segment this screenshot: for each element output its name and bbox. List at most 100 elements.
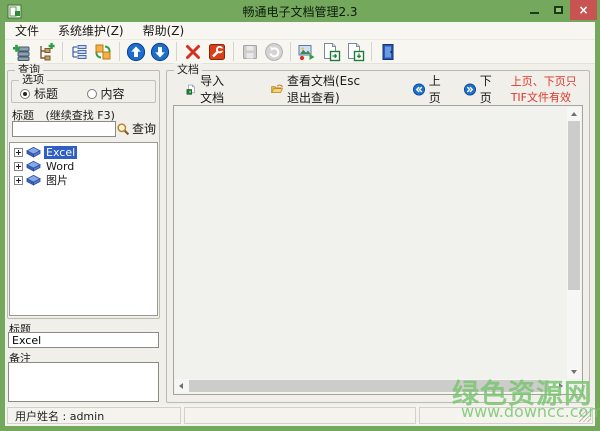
magnifier-icon bbox=[116, 122, 130, 136]
open-folder-icon bbox=[271, 81, 283, 97]
toolbar-separator bbox=[62, 42, 63, 61]
options-groupbox: 选项 标题 内容 bbox=[11, 80, 156, 103]
vertical-scroll-thumb[interactable] bbox=[568, 121, 580, 290]
content-area: 查询 选项 标题 内容 bbox=[5, 65, 595, 404]
refresh-category-button[interactable] bbox=[91, 41, 115, 63]
document-viewer bbox=[173, 105, 583, 395]
move-down-button[interactable] bbox=[148, 41, 172, 63]
book-icon bbox=[26, 174, 41, 186]
search-button[interactable]: 查询 bbox=[116, 120, 156, 137]
import-document-icon bbox=[186, 81, 196, 98]
book-icon bbox=[26, 160, 41, 172]
prev-page-label: 上页 bbox=[429, 72, 446, 106]
client-area: 文件 系统维护(Z) 帮助(Z) bbox=[5, 22, 595, 426]
copy-document-button[interactable] bbox=[319, 41, 343, 63]
maximize-button[interactable] bbox=[546, 0, 570, 20]
undo-icon bbox=[264, 42, 284, 62]
radio-title-label: 标题 bbox=[34, 85, 58, 102]
tree-item-label: 图片 bbox=[44, 172, 70, 188]
import-document-button[interactable]: 导入文档 bbox=[186, 72, 229, 106]
add-category-icon bbox=[12, 42, 32, 62]
expand-plus-icon bbox=[14, 162, 23, 171]
menu-maintenance[interactable]: 系统维护(Z) bbox=[56, 21, 126, 40]
save-button[interactable] bbox=[238, 41, 262, 63]
tree-item-excel[interactable]: Excel bbox=[10, 145, 157, 159]
view-document-label: 查看文档(Esc退出查看) bbox=[287, 72, 364, 106]
edit-wrench-icon bbox=[207, 42, 227, 62]
horizontal-scrollbar[interactable] bbox=[175, 379, 567, 393]
horizontal-scroll-thumb[interactable] bbox=[189, 380, 549, 392]
add-node-button[interactable] bbox=[34, 41, 58, 63]
app-window: 畅通电子文档管理2.3 × 文件 系统维护(Z) 帮助(Z) bbox=[0, 0, 600, 431]
move-up-button[interactable] bbox=[124, 41, 148, 63]
paste-document-icon bbox=[345, 42, 365, 62]
close-button[interactable]: × bbox=[570, 0, 597, 20]
search-button-label: 查询 bbox=[132, 120, 156, 137]
radio-dot-icon bbox=[87, 89, 97, 99]
radio-dot-icon bbox=[20, 89, 30, 99]
move-up-icon bbox=[126, 42, 146, 62]
menu-help[interactable]: 帮助(Z) bbox=[141, 21, 187, 40]
tree-item-word[interactable]: Word bbox=[10, 159, 157, 173]
titlebar: 畅通电子文档管理2.3 × bbox=[0, 0, 600, 22]
title-field[interactable] bbox=[8, 332, 159, 348]
add-node-icon bbox=[36, 42, 56, 62]
prev-page-button[interactable]: 上页 bbox=[413, 72, 446, 106]
expand-plus-icon bbox=[14, 148, 23, 157]
toolbar-separator bbox=[176, 42, 177, 61]
expand-plus-icon bbox=[14, 176, 23, 185]
category-tree: Excel Word 图片 bbox=[9, 142, 158, 316]
add-category-button[interactable] bbox=[10, 41, 34, 63]
edit-button[interactable] bbox=[205, 41, 229, 63]
tree-item-label: Excel bbox=[44, 146, 77, 159]
export-image-icon bbox=[297, 42, 317, 62]
left-panel: 查询 选项 标题 内容 bbox=[6, 65, 162, 404]
paste-document-button[interactable] bbox=[343, 41, 367, 63]
next-page-icon bbox=[464, 81, 476, 98]
scroll-left-icon[interactable] bbox=[179, 383, 183, 389]
radio-content-label: 内容 bbox=[101, 85, 125, 102]
window-title: 畅通电子文档管理2.3 bbox=[0, 3, 600, 20]
resize-grip[interactable] bbox=[579, 410, 591, 422]
exit-button[interactable] bbox=[376, 41, 400, 63]
minimize-button[interactable] bbox=[522, 0, 546, 20]
move-down-icon bbox=[150, 42, 170, 62]
status-user-pane: 用户姓名 : admin bbox=[7, 407, 181, 424]
document-groupbox: 文档 导入文档 查看文档(Esc退出查看) 上页 bbox=[166, 70, 590, 403]
delete-button[interactable] bbox=[181, 41, 205, 63]
vertical-scrollbar[interactable] bbox=[567, 107, 581, 379]
toolbar bbox=[5, 40, 595, 64]
tree-outline-button[interactable] bbox=[67, 41, 91, 63]
query-groupbox: 查询 选项 标题 内容 bbox=[7, 70, 160, 319]
book-icon bbox=[26, 146, 41, 158]
menu-file[interactable]: 文件 bbox=[13, 21, 41, 40]
menu-bar: 文件 系统维护(Z) 帮助(Z) bbox=[5, 22, 595, 40]
tree-item-pictures[interactable]: 图片 bbox=[10, 173, 157, 187]
delete-icon bbox=[183, 42, 203, 62]
page-tip-text: 上页、下页只TIF文件有效 bbox=[511, 73, 589, 105]
scroll-down-icon[interactable] bbox=[571, 370, 577, 374]
toolbar-separator bbox=[119, 42, 120, 61]
document-toolbar: 导入文档 查看文档(Esc退出查看) 上页 下页 上页、下页只TIF文件有效 bbox=[167, 77, 589, 101]
search-input[interactable] bbox=[12, 121, 116, 137]
note-field[interactable] bbox=[8, 362, 159, 402]
view-document-button[interactable]: 查看文档(Esc退出查看) bbox=[271, 72, 364, 106]
status-pane-right bbox=[419, 407, 593, 424]
status-user-text: 用户姓名 : admin bbox=[15, 408, 104, 424]
tree-item-label: Word bbox=[44, 160, 76, 173]
scroll-right-icon[interactable] bbox=[559, 383, 563, 389]
prev-page-icon bbox=[413, 81, 425, 98]
next-page-button[interactable]: 下页 bbox=[464, 72, 497, 106]
status-bar: 用户姓名 : admin bbox=[5, 405, 595, 426]
import-document-label: 导入文档 bbox=[200, 72, 229, 106]
tree-outline-icon bbox=[69, 42, 89, 62]
radio-search-content[interactable]: 内容 bbox=[87, 85, 154, 102]
copy-document-icon bbox=[321, 42, 341, 62]
export-image-button[interactable] bbox=[295, 41, 319, 63]
status-pane-middle bbox=[184, 407, 416, 424]
radio-search-title[interactable]: 标题 bbox=[20, 85, 87, 102]
scroll-up-icon[interactable] bbox=[571, 112, 577, 116]
toolbar-separator bbox=[233, 42, 234, 61]
exit-door-icon bbox=[378, 42, 398, 62]
undo-button[interactable] bbox=[262, 41, 286, 63]
